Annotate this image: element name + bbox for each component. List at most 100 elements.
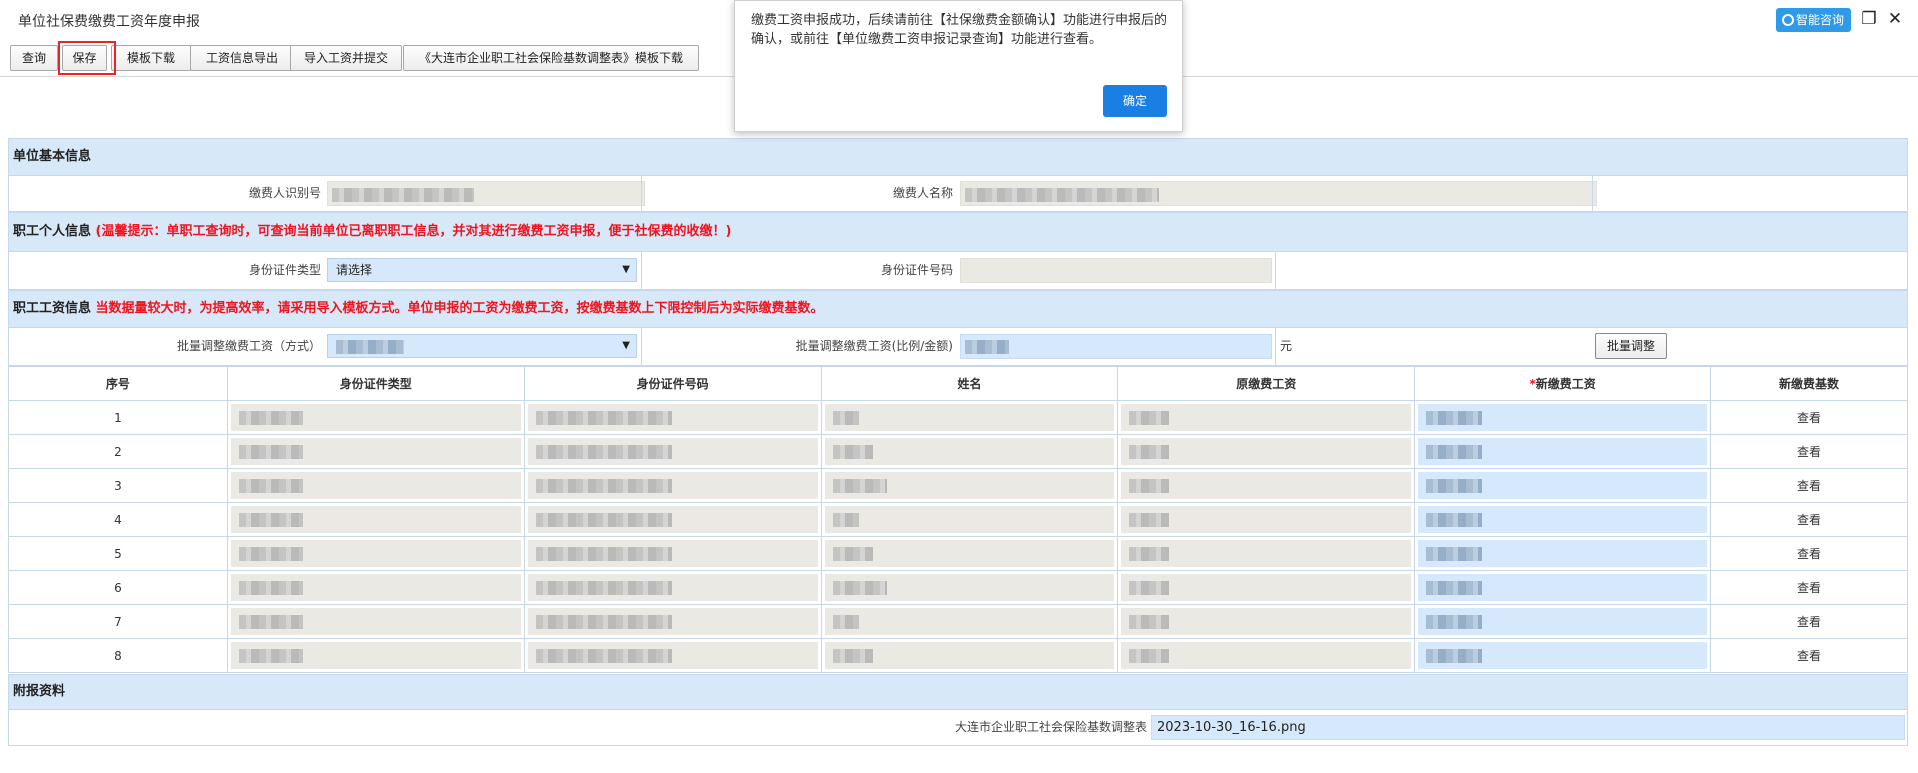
attachment-file-name[interactable]: 2023-10-30_16-16.png: [1157, 720, 1306, 735]
view-link[interactable]: 查看: [1710, 604, 1908, 639]
row-new-wage-cell[interactable]: [1414, 502, 1712, 537]
row-name-field: [824, 540, 1115, 567]
page-title: 单位社保费缴费工资年度申报: [18, 14, 200, 30]
view-link[interactable]: 查看: [1710, 570, 1908, 605]
row-new-wage-cell[interactable]: [1414, 536, 1712, 571]
row-new-wage-field[interactable]: [1418, 438, 1708, 465]
row-old-wage-field: [1121, 642, 1412, 669]
row-name-cell: [820, 502, 1119, 537]
row-id-type-field: [230, 438, 521, 465]
masked-value: [238, 513, 303, 527]
payer-name-label: 缴费人名称: [892, 186, 953, 200]
personal-info-hint: (温馨提示：单职工查询时，可查询当前单位已离职职工信息，并对其进行缴费工资申报，…: [95, 224, 732, 239]
batch-value-input[interactable]: [960, 334, 1272, 359]
row-id-number-field: [527, 574, 818, 601]
col-header-id-type: 身份证件类型: [226, 366, 525, 401]
query-button[interactable]: 查询: [10, 45, 58, 71]
row-new-wage-field[interactable]: [1418, 472, 1708, 499]
masked-value: [1426, 615, 1483, 629]
col-header-new-wage: *新缴费工资: [1414, 366, 1712, 401]
masked-value: [238, 581, 303, 595]
row-new-wage-cell[interactable]: [1414, 400, 1712, 435]
masked-value: [1129, 513, 1170, 527]
row-id-type-cell: [226, 502, 525, 537]
masked-value: [832, 547, 873, 561]
row-new-wage-field[interactable]: [1418, 506, 1708, 533]
row-name-cell: [820, 400, 1119, 435]
row-number: 2: [8, 434, 228, 469]
row-new-wage-cell[interactable]: [1414, 570, 1712, 605]
ai-consult-button[interactable]: 智能咨询: [1776, 8, 1851, 32]
row-id-number-field: [527, 472, 818, 499]
row-new-wage-field[interactable]: [1418, 642, 1708, 669]
dialog-ok-button[interactable]: 确定: [1103, 85, 1167, 117]
masked-value: [832, 479, 887, 493]
attachment-row: 大连市企业职工社会保险基数调整表 2023-10-30_16-16.png: [8, 710, 1908, 746]
batch-adjust-button[interactable]: 批量调整: [1595, 333, 1667, 359]
row-new-wage-cell[interactable]: [1414, 468, 1712, 503]
masked-value: [535, 411, 672, 425]
wage-info-title: 职工工资信息: [13, 301, 92, 316]
id-type-select[interactable]: 请选择 ▼: [327, 258, 637, 282]
table-row: 8 查看: [8, 638, 1908, 673]
row-id-number-field: [527, 438, 818, 465]
row-old-wage-field: [1121, 472, 1412, 499]
table-row: 1 查看: [8, 400, 1908, 435]
row-new-wage-field[interactable]: [1418, 608, 1708, 635]
row-new-wage-cell[interactable]: [1414, 604, 1712, 639]
row-new-wage-field[interactable]: [1418, 540, 1708, 567]
dropdown-caret-icon: ▼: [622, 264, 630, 275]
col-header-new-base: 新缴费基数: [1710, 366, 1908, 401]
row-new-wage-field[interactable]: [1418, 404, 1708, 431]
view-link[interactable]: 查看: [1710, 502, 1908, 537]
view-link[interactable]: 查看: [1710, 434, 1908, 469]
row-name-cell: [820, 468, 1119, 503]
unit-info-header: 单位基本信息: [8, 138, 1908, 176]
adjust-template-download-button[interactable]: 《大连市企业职工社会保险基数调整表》模板下载: [403, 45, 699, 71]
table-row: 3 查看: [8, 468, 1908, 503]
row-old-wage-cell: [1117, 536, 1416, 571]
row-number: 7: [8, 604, 228, 639]
row-name-cell: [820, 570, 1119, 605]
table-row: 4 查看: [8, 502, 1908, 537]
personal-info-header: 职工个人信息 (温馨提示：单职工查询时，可查询当前单位已离职职工信息，并对其进行…: [8, 212, 1908, 252]
row-id-number-cell: [523, 604, 822, 639]
table-header-row: 序号 身份证件类型 身份证件号码 姓名 原缴费工资 *新缴费工资 新缴费基数: [8, 366, 1908, 401]
masked-value: [1129, 411, 1170, 425]
import-submit-button[interactable]: 导入工资并提交: [290, 45, 402, 71]
personal-info-title: 职工个人信息: [13, 224, 92, 239]
row-number: 3: [8, 468, 228, 503]
attachment-file-field[interactable]: 2023-10-30_16-16.png: [1151, 715, 1905, 740]
view-link[interactable]: 查看: [1710, 536, 1908, 571]
masked-value: [1426, 649, 1483, 663]
table-row: 7 查看: [8, 604, 1908, 639]
id-number-label: 身份证件号码: [880, 263, 953, 277]
close-icon[interactable]: ✕: [1886, 10, 1904, 28]
view-link[interactable]: 查看: [1710, 468, 1908, 503]
table-row: 6 查看: [8, 570, 1908, 605]
row-id-number-cell: [523, 638, 822, 673]
ai-consult-label: 智能咨询: [1796, 13, 1845, 27]
batch-mode-select[interactable]: ▼: [327, 334, 637, 358]
row-number: 6: [8, 570, 228, 605]
restore-window-icon[interactable]: ❐: [1860, 10, 1878, 28]
masked-value: [832, 411, 859, 425]
payer-id-label: 缴费人识别号: [248, 186, 321, 200]
view-link[interactable]: 查看: [1710, 400, 1908, 435]
wage-info-header: 职工工资信息 当数据量较大时，为提高效率，请采用导入模板方式。单位申报的工资为缴…: [8, 290, 1908, 328]
wage-export-button[interactable]: 工资信息导出: [190, 45, 294, 71]
attachment-header: 附报资料: [8, 674, 1908, 710]
row-new-wage-cell[interactable]: [1414, 638, 1712, 673]
row-id-type-field: [230, 642, 521, 669]
row-new-wage-field[interactable]: [1418, 574, 1708, 601]
view-link[interactable]: 查看: [1710, 638, 1908, 673]
template-download-button[interactable]: 模板下载: [111, 45, 191, 71]
row-id-number-cell: [523, 570, 822, 605]
id-number-input[interactable]: [960, 258, 1272, 283]
row-new-wage-cell[interactable]: [1414, 434, 1712, 469]
row-id-type-field: [230, 506, 521, 533]
masked-value: [535, 513, 672, 527]
col-header-no: 序号: [8, 366, 228, 401]
masked-value: [1426, 513, 1483, 527]
row-number: 5: [8, 536, 228, 571]
